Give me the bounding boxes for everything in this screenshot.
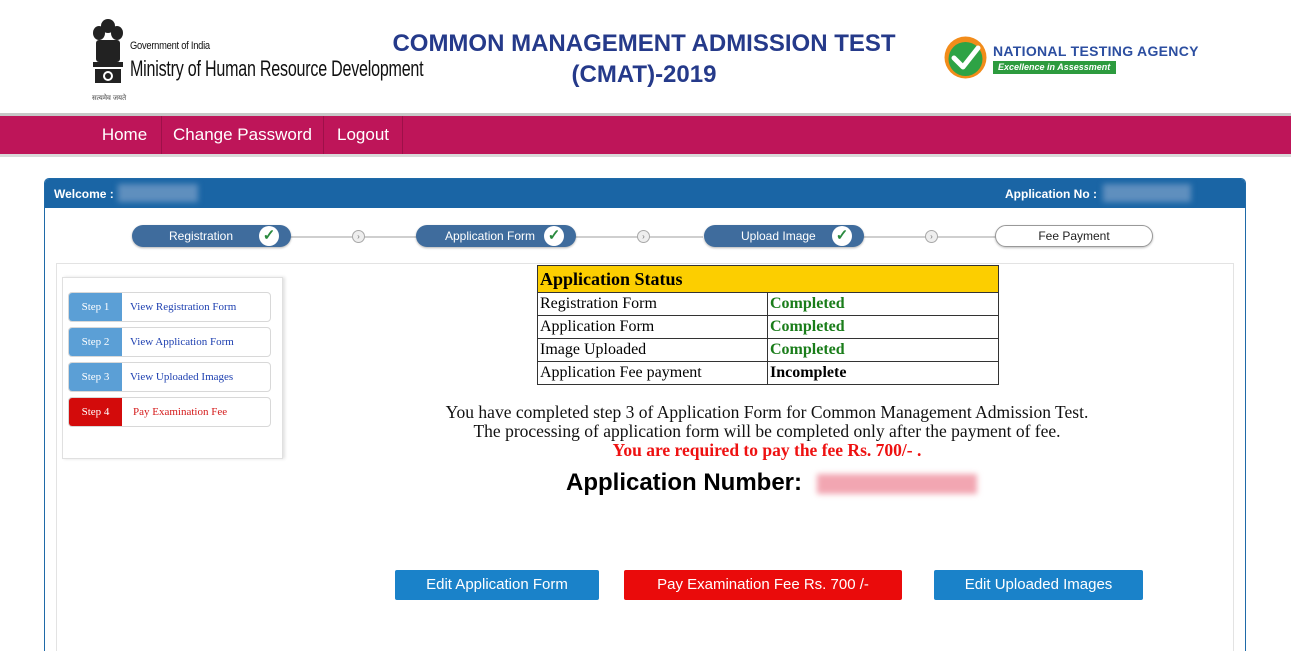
page-title-line2: (CMAT)-2019 <box>571 61 717 88</box>
status-label: Image Uploaded <box>537 338 768 362</box>
nta-name: NATIONAL TESTING AGENCY <box>993 43 1199 59</box>
status-value: Incomplete <box>767 361 999 385</box>
table-row: Registration Form Completed <box>537 292 999 316</box>
table-row: Application Fee payment Incomplete <box>537 361 999 385</box>
nav-logout-link[interactable]: Logout <box>324 116 403 154</box>
application-no-label: Application No : <box>1005 187 1097 201</box>
side-menu-item-view-images[interactable]: Step 3 View Uploaded Images <box>68 362 271 392</box>
status-message: You have completed step 3 of Application… <box>378 403 1156 460</box>
check-icon: ✓ <box>832 226 852 246</box>
application-number: Application Number: <box>566 469 977 497</box>
site-header: Government of India Ministry of Human Re… <box>0 0 1291 113</box>
dashboard-panel: Welcome : Application No : Registration … <box>44 178 1246 651</box>
side-menu-link[interactable]: View Application Form <box>130 328 234 356</box>
step-badge: Step 1 <box>69 293 122 321</box>
status-label: Application Form <box>537 315 768 339</box>
mhrd-logo: Government of India Ministry of Human Re… <box>88 16 424 104</box>
status-table-title: Application Status <box>537 265 999 293</box>
progress-step-label: Application Form <box>445 229 536 243</box>
check-icon: ✓ <box>259 226 279 246</box>
emblem-caption: सत्यमेव जयते <box>92 95 127 102</box>
nta-check-logo-icon <box>944 36 987 79</box>
table-header-row: Application Status <box>537 265 999 293</box>
page-title-line1: COMMON MANAGEMENT ADMISSION TEST <box>392 30 896 57</box>
side-menu-item-view-application[interactable]: Step 2 View Application Form <box>68 327 271 357</box>
status-value: Completed <box>767 315 999 339</box>
message-line: The processing of application form will … <box>473 421 1061 441</box>
nav-bottom-border <box>0 154 1291 157</box>
side-menu-link[interactable]: Pay Examination Fee <box>133 398 227 426</box>
nav-home-link[interactable]: Home <box>88 116 162 154</box>
side-menu-link[interactable]: View Uploaded Images <box>130 363 233 391</box>
arrow-right-icon: › <box>925 230 938 243</box>
pay-examination-fee-button[interactable]: Pay Examination Fee Rs. 700 /- <box>624 570 902 600</box>
edit-application-form-button[interactable]: Edit Application Form <box>395 570 599 600</box>
step-badge: Step 3 <box>69 363 122 391</box>
check-icon: ✓ <box>544 226 564 246</box>
progress-step-label: Registration <box>169 229 234 243</box>
progress-step-fee-payment: Fee Payment <box>995 225 1153 247</box>
nta-tagline: Excellence in Assessment <box>993 61 1117 74</box>
arrow-right-icon: › <box>637 230 650 243</box>
national-emblem-icon <box>93 19 123 83</box>
application-no-redacted <box>1103 184 1191 202</box>
application-status-table: Application Status Registration Form Com… <box>537 265 999 385</box>
panel-header: Welcome : Application No : <box>45 179 1245 208</box>
progress-step-upload-image: Upload Image ✓ <box>704 225 864 247</box>
table-row: Application Form Completed <box>537 315 999 339</box>
step-side-menu: Step 1 View Registration Form Step 2 Vie… <box>62 277 283 459</box>
progress-step-registration: Registration ✓ <box>132 225 291 247</box>
nta-logo: NATIONAL TESTING AGENCY Excellence in As… <box>944 36 1204 82</box>
fee-required-notice: You are required to pay the fee Rs. 700/… <box>612 440 922 460</box>
table-row: Image Uploaded Completed <box>537 338 999 362</box>
side-menu-item-pay-fee[interactable]: Step 4 Pay Examination Fee <box>68 397 271 427</box>
gov-of-india-text: Government of India <box>130 40 210 52</box>
welcome-label: Welcome : <box>54 187 114 201</box>
arrow-right-icon: › <box>352 230 365 243</box>
status-label: Registration Form <box>537 292 768 316</box>
status-label: Application Fee payment <box>537 361 768 385</box>
progress-step-application-form: Application Form ✓ <box>416 225 576 247</box>
application-number-redacted <box>816 473 977 494</box>
message-line: You have completed step 3 of Application… <box>445 402 1089 422</box>
page-title: COMMON MANAGEMENT ADMISSION TEST (CMAT)-… <box>380 28 908 90</box>
status-value: Completed <box>767 292 999 316</box>
status-value: Completed <box>767 338 999 362</box>
step-badge: Step 2 <box>69 328 122 356</box>
side-menu-link[interactable]: View Registration Form <box>130 293 236 321</box>
candidate-name-redacted <box>118 184 198 202</box>
edit-uploaded-images-button[interactable]: Edit Uploaded Images <box>934 570 1143 600</box>
top-nav: Home Change Password Logout <box>0 116 1291 154</box>
application-number-label: Application Number: <box>566 469 803 496</box>
step-badge: Step 4 <box>69 398 122 426</box>
nav-change-password-link[interactable]: Change Password <box>162 116 324 154</box>
side-menu-item-view-registration[interactable]: Step 1 View Registration Form <box>68 292 271 322</box>
progress-step-label: Upload Image <box>741 229 816 243</box>
